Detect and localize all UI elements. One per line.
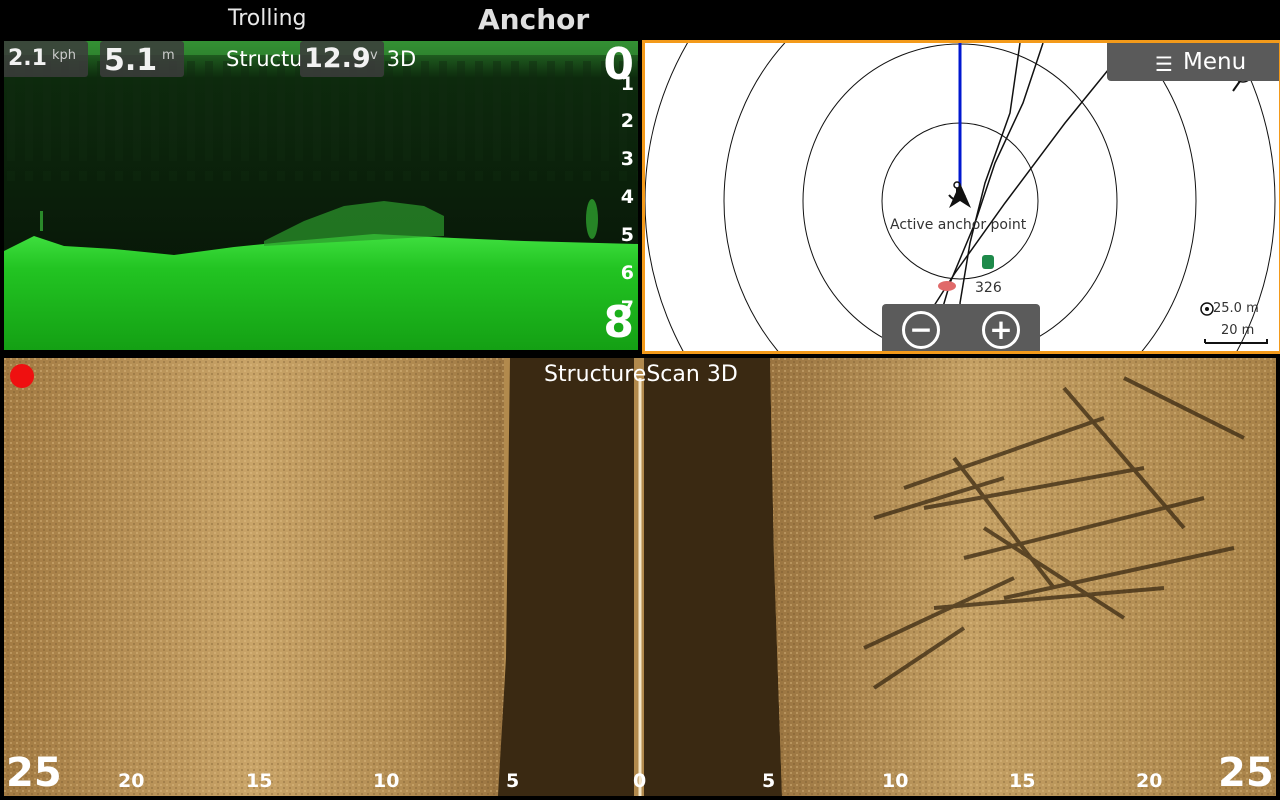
- sonar-image: [4, 41, 638, 350]
- zoom-out-icon[interactable]: −: [902, 311, 940, 349]
- depth-tick: 4: [620, 186, 634, 208]
- depth-unit: m: [162, 48, 175, 63]
- water-column-right: [644, 358, 782, 796]
- hamburger-icon: ☰: [1155, 52, 1173, 76]
- range-tick: 20: [118, 770, 145, 792]
- range-tick: 15: [246, 770, 273, 792]
- depth-scale-bottom: 8: [603, 297, 634, 348]
- mode-trolling-tab[interactable]: Trolling: [228, 6, 306, 31]
- speed-unit: kph: [52, 48, 77, 63]
- depth-tick: 2: [620, 110, 634, 132]
- structurescan-title: StructureScan 3D: [544, 362, 738, 387]
- depth-value: 5.1: [104, 43, 158, 78]
- range-tick: 5: [506, 770, 520, 792]
- range-tick: 5: [762, 770, 776, 792]
- top-bar: Trolling Anchor: [0, 0, 1280, 40]
- sidescan-image: [4, 358, 1276, 796]
- waypoint-label[interactable]: 326: [975, 280, 1002, 296]
- structurescan-pane[interactable]: StructureScan 3D 25 25 20 15 10 5 0 5 10…: [4, 358, 1276, 796]
- range-tick: 20: [1136, 770, 1163, 792]
- voltage-databox[interactable]: 12.9 v: [300, 41, 384, 77]
- depth-databox[interactable]: 5.1 m: [100, 41, 184, 78]
- speed-databox[interactable]: 2.1 kph: [4, 41, 88, 77]
- zoom-in-icon[interactable]: +: [982, 311, 1020, 349]
- waypoint-icon: [982, 255, 994, 269]
- range-ring-icon: [1200, 302, 1214, 316]
- range-label: 25.0 m: [1213, 301, 1259, 316]
- chart-pane[interactable]: N Active anchor point 326 325 25.0 m 20 …: [642, 40, 1280, 354]
- depth-tick: 5: [620, 224, 634, 246]
- waypoint-icon: [938, 281, 956, 291]
- sonar-pane[interactable]: Structu 3D 2.1 kph 5.1 m 12.9 v 0 1 2 3 4…: [4, 41, 638, 350]
- depth-tick: 6: [620, 262, 634, 284]
- menu-button[interactable]: ☰ Menu: [1107, 43, 1279, 81]
- range-tick: 10: [882, 770, 909, 792]
- scale-bar: [1204, 339, 1268, 344]
- range-left: 25: [6, 750, 62, 796]
- depth-scale: 0 1 2 3 4 5 6 7 8: [603, 41, 636, 350]
- range-tick: 15: [1009, 770, 1036, 792]
- depth-tick: 3: [620, 148, 634, 170]
- record-indicator[interactable]: [10, 364, 34, 388]
- mode-anchor-tab[interactable]: Anchor: [478, 3, 589, 36]
- scale-label: 20 m: [1221, 323, 1255, 338]
- voltage-value: 12.9: [304, 43, 371, 74]
- depth-tick: 1: [620, 73, 634, 95]
- boat-icon: [949, 183, 971, 208]
- anchor-point-label[interactable]: Active anchor point: [890, 217, 1026, 233]
- voltage-unit: v: [370, 48, 378, 63]
- menu-label: Menu: [1183, 49, 1247, 75]
- range-tick: 0: [633, 770, 647, 792]
- water-column-left: [498, 358, 634, 796]
- range-tick: 10: [373, 770, 400, 792]
- zoom-controls: − +: [882, 304, 1040, 351]
- range-right: 25: [1218, 750, 1274, 796]
- speed-value: 2.1: [8, 46, 47, 71]
